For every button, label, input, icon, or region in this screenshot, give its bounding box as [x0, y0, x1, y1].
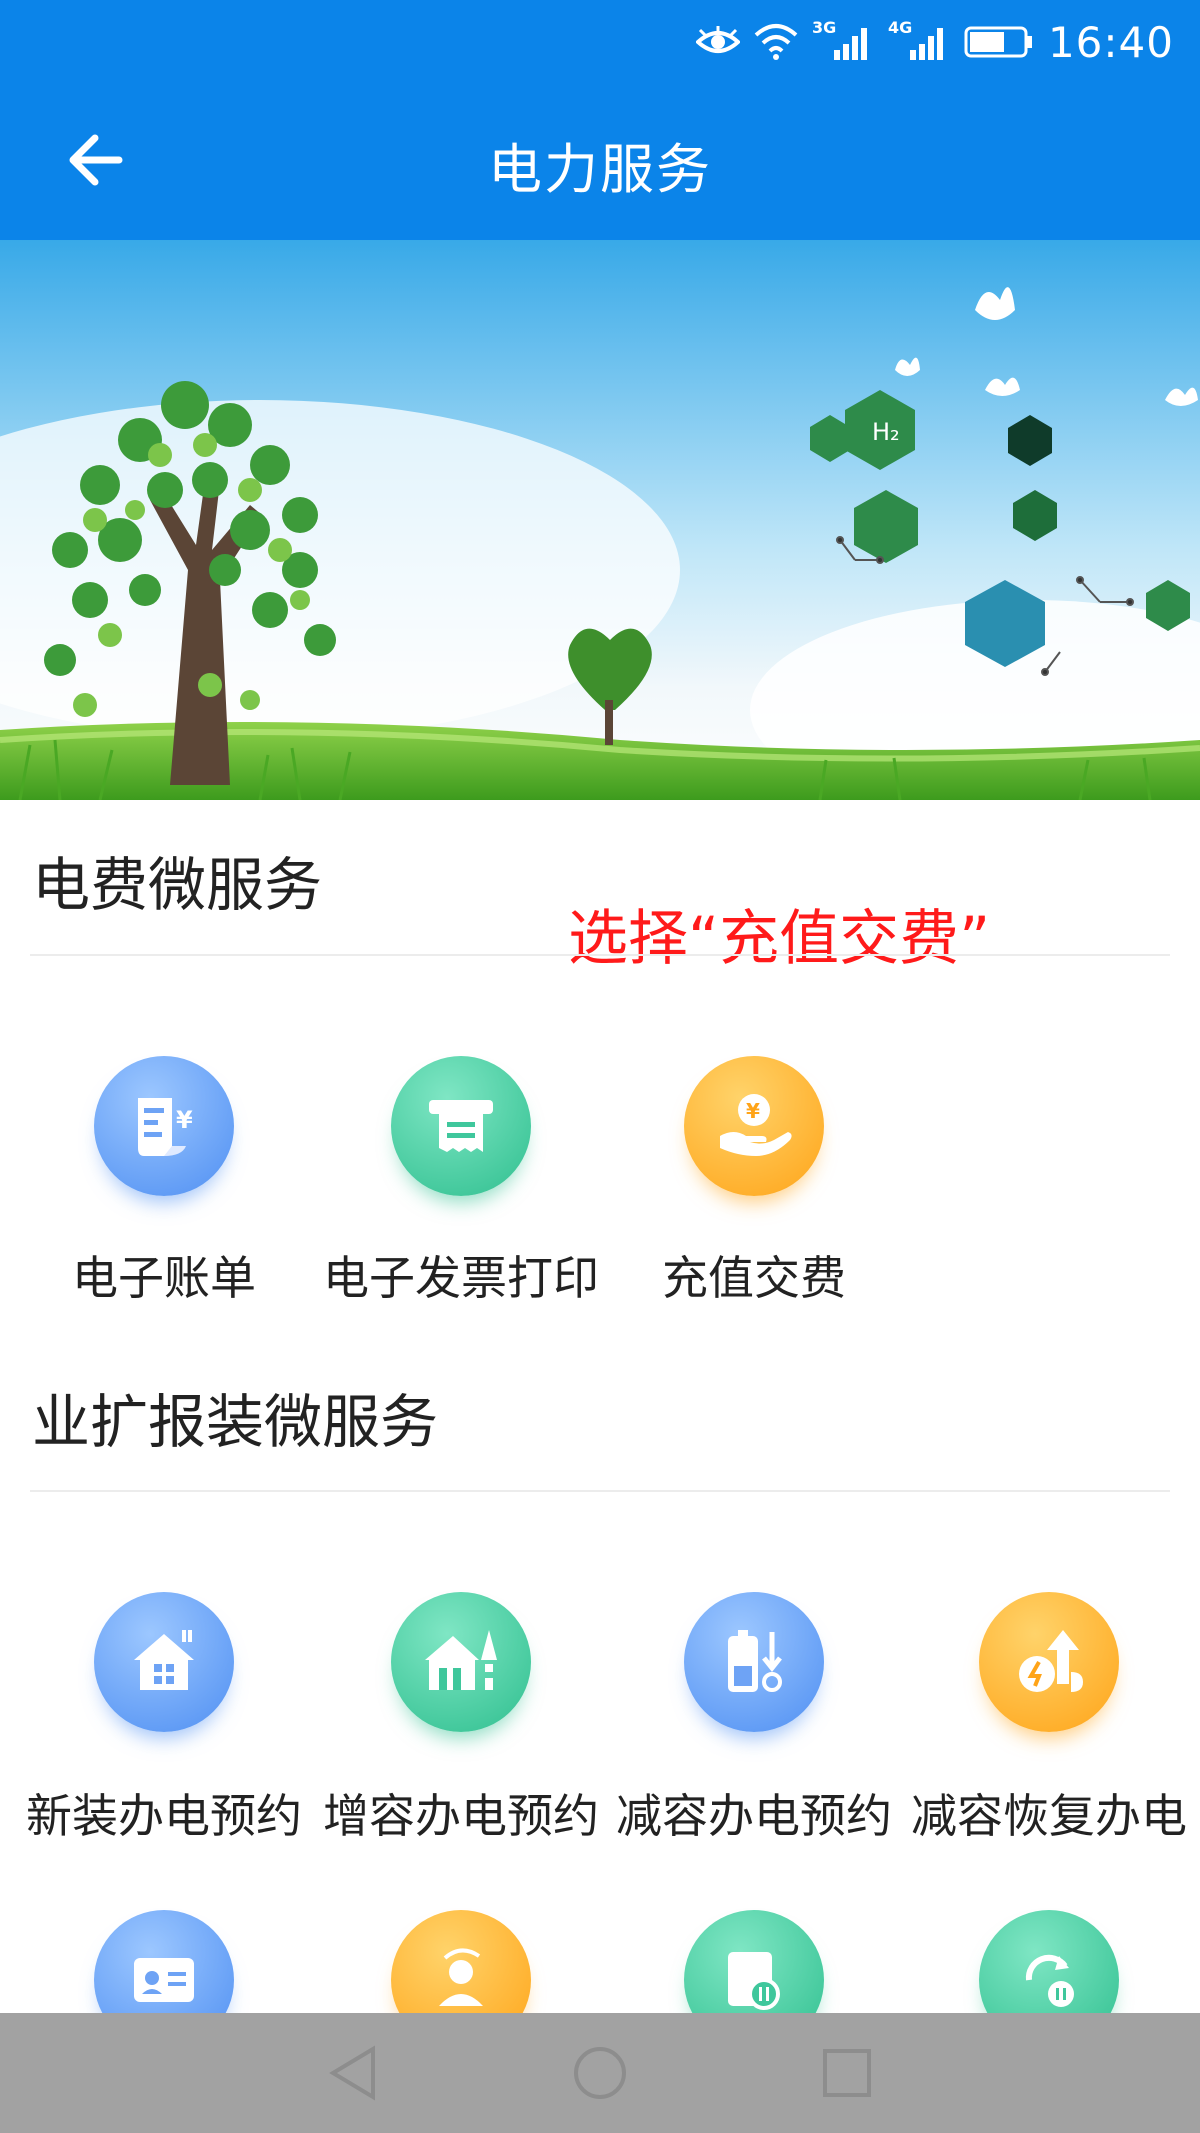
section-title-business-expansion: 业扩报装微服务 — [32, 1388, 439, 1456]
service-item-capacity-increase[interactable]: 增容办电预约 — [311, 1592, 611, 1843]
service-label: 电子发票打印 — [323, 1251, 599, 1305]
eye-icon — [695, 26, 740, 53]
recharge-payment-icon: ¥ — [684, 1056, 824, 1196]
instruction-annotation: 选择“充值交费” — [568, 904, 991, 974]
signal-4g-icon: 4G — [888, 18, 950, 62]
invoice-print-icon — [391, 1056, 531, 1196]
app-header: 3G 4G 16:40 电力服务 — [0, 0, 1200, 240]
new-install-house-icon — [94, 1592, 234, 1732]
service-item-invoice-print[interactable]: 电子发票打印 — [311, 1056, 611, 1305]
service-item-new-install[interactable]: 新装办电预约 — [14, 1592, 314, 1843]
battery-icon — [964, 26, 1032, 58]
service-label: 充值交费 — [662, 1251, 846, 1305]
capacity-increase-icon — [391, 1592, 531, 1732]
nav-home-button[interactable] — [545, 2018, 655, 2128]
svg-text:¥: ¥ — [176, 1106, 193, 1134]
capacity-restore-icon — [979, 1592, 1119, 1732]
nav-back-button[interactable] — [298, 2018, 408, 2128]
service-label: 增容办电预约 — [323, 1789, 599, 1843]
page-title: 电力服务 — [488, 138, 712, 201]
banner-hex-label: H₂ — [872, 418, 900, 446]
page: 3G 4G 16:40 电力服务 H₂ 电费微服务 选择“充值交费” ¥ 电子账… — [0, 0, 1200, 2133]
service-item-capacity-restore[interactable]: 减容恢复办电 — [899, 1592, 1199, 1843]
section-divider — [30, 954, 1170, 956]
square-recents-icon — [822, 2049, 871, 2097]
signal-3g-icon: 3G — [812, 18, 874, 62]
svg-text:¥: ¥ — [746, 1099, 760, 1123]
bill-icon: ¥ — [94, 1056, 234, 1196]
nav-recents-button[interactable] — [792, 2018, 902, 2128]
status-bar: 3G 4G 16:40 — [695, 14, 1174, 70]
capacity-decrease-battery-icon — [684, 1592, 824, 1732]
wifi-icon — [754, 24, 798, 60]
service-item-recharge-payment[interactable]: ¥ 充值交费 — [604, 1056, 904, 1305]
status-time: 16:40 — [1047, 17, 1174, 67]
section-divider — [30, 1490, 1170, 1492]
service-item-electronic-bill[interactable]: ¥ 电子账单 — [14, 1056, 314, 1305]
circle-home-icon — [573, 2047, 626, 2099]
section-title-electricity-fee: 电费微服务 — [32, 851, 323, 919]
service-item-capacity-decrease[interactable]: 减容办电预约 — [604, 1592, 904, 1843]
banner-image: H₂ — [0, 240, 1200, 800]
service-label: 电子账单 — [72, 1251, 256, 1305]
triangle-back-icon — [329, 2045, 376, 2101]
service-label: 减容办电预约 — [616, 1789, 892, 1843]
service-label: 减容恢复办电 — [911, 1789, 1187, 1843]
service-label: 新装办电预约 — [26, 1789, 302, 1843]
system-navigation-bar — [0, 2013, 1200, 2133]
